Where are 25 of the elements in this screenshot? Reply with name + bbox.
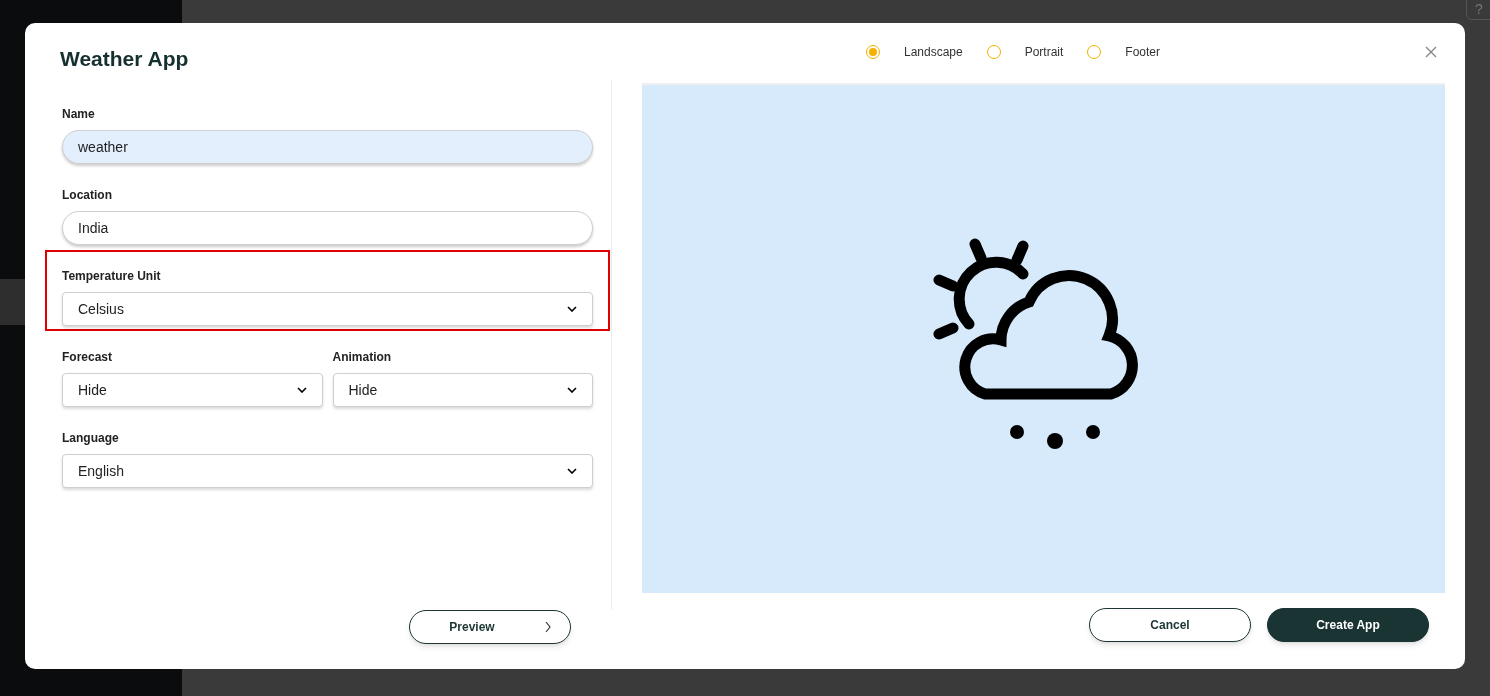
dropdown-field[interactable]: Hide — [62, 373, 323, 407]
field-label: Temperature Unit — [62, 268, 162, 284]
dropdown-field[interactable]: English — [62, 454, 593, 488]
field-label: Language — [62, 430, 120, 446]
chevron-down-icon — [567, 306, 577, 312]
chevron-down-icon — [567, 468, 577, 474]
text-input-field[interactable]: weather — [62, 130, 593, 164]
radio-label[interactable]: Footer — [1125, 43, 1161, 61]
radio-label[interactable]: Portrait — [1024, 43, 1064, 61]
field-label: Location — [62, 187, 113, 203]
field-label: Forecast — [62, 349, 114, 365]
close-icon[interactable] — [1424, 45, 1438, 59]
radio-label[interactable]: Landscape — [903, 43, 963, 61]
field-label: Name — [62, 106, 96, 122]
chevron-down-icon — [296, 387, 307, 393]
chevron-down-icon — [567, 387, 577, 393]
preview-button[interactable]: Preview — [409, 610, 571, 644]
text-input-field[interactable]: India — [62, 211, 593, 245]
field-label: Animation — [332, 349, 393, 365]
chevron-right-icon — [544, 621, 551, 633]
cancel-button[interactable]: Cancel — [1089, 608, 1251, 642]
dropdown-field[interactable]: Hide — [332, 373, 593, 407]
create-button[interactable]: Create App — [1267, 608, 1429, 642]
dialog-title: Weather App — [60, 46, 190, 72]
dropdown-field[interactable]: Celsius — [62, 292, 593, 326]
